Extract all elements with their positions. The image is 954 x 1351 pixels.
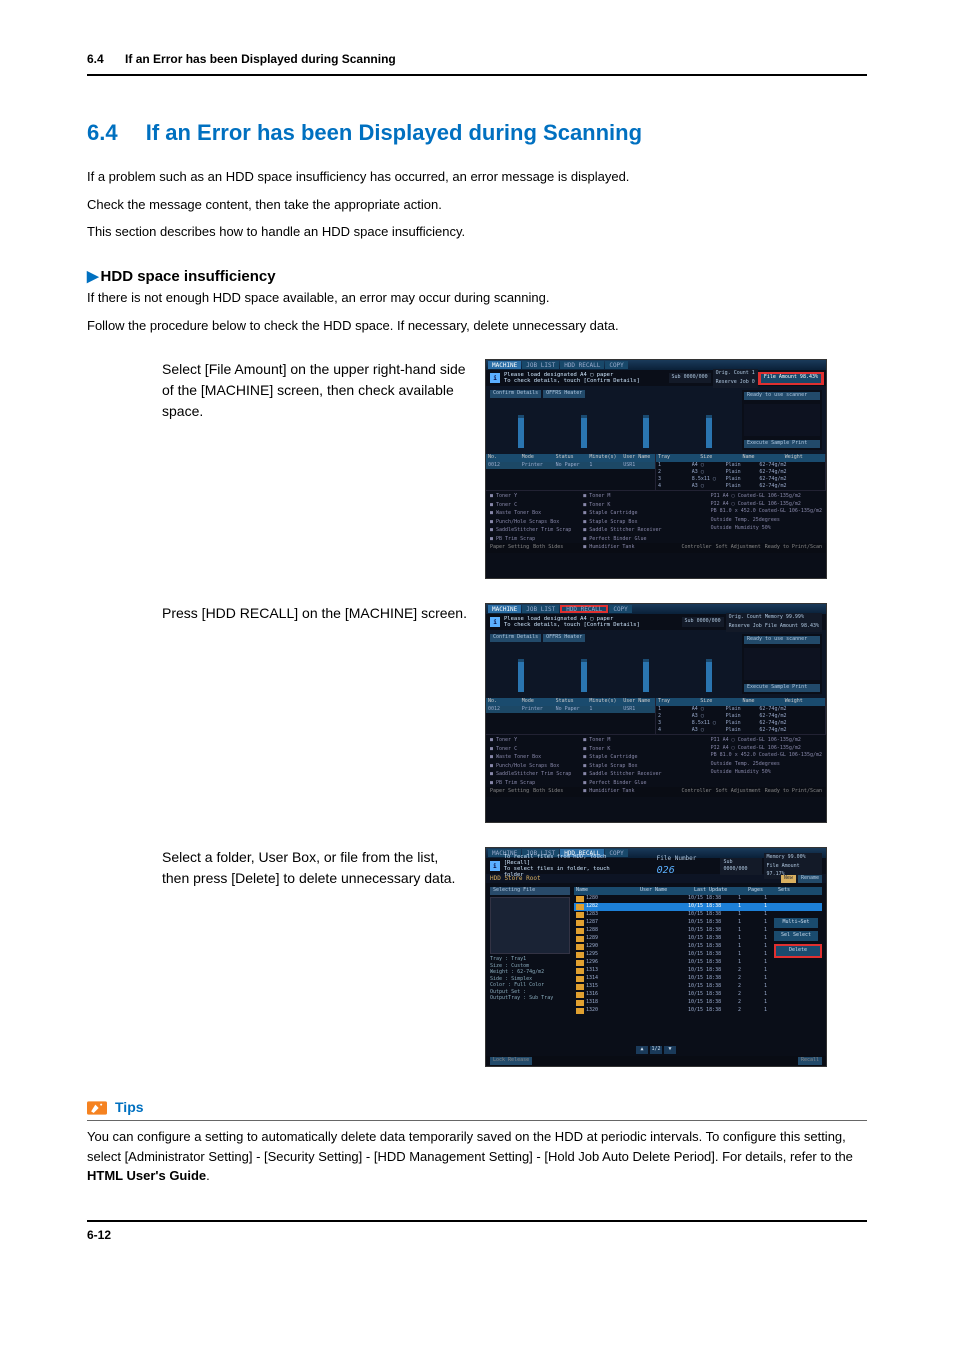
- tab-machine[interactable]: MACHINE: [488, 361, 521, 369]
- pager-down[interactable]: ▼: [664, 1046, 676, 1054]
- lock-release-btn[interactable]: Lock Release: [490, 1057, 532, 1065]
- job-table: No. Mode Status Minute(s) User Name 0012…: [486, 454, 656, 490]
- file-number: File Number 026: [657, 854, 717, 878]
- sub-counter: Sub 0000/000: [669, 373, 711, 383]
- header-rule: [87, 74, 867, 76]
- toner-gauge: [643, 415, 649, 448]
- machine-screen-1: MACHINE JOB LIST HDD RECALL COPY i Pleas…: [485, 359, 827, 579]
- reserve-job: Reserve Job 0: [713, 378, 758, 388]
- intro-p3: This section describes how to handle an …: [87, 222, 867, 242]
- tab-hddrecall[interactable]: HDD RECALL: [560, 361, 604, 369]
- paper-setting-btn[interactable]: Paper Setting: [490, 544, 529, 552]
- file-row[interactable]: 128010/15 18:3811: [574, 895, 822, 903]
- section-heading-text: If an Error has been Displayed during Sc…: [146, 120, 642, 145]
- soft-adj-btn[interactable]: Soft Adjustment: [716, 544, 761, 552]
- orig-count: Orig. Count 1: [713, 369, 758, 379]
- info-icon: i: [490, 373, 500, 383]
- step-row-1: Select [File Amount] on the upper right-…: [87, 359, 867, 579]
- sub1-p2: Follow the procedure below to check the …: [87, 316, 867, 336]
- file-row[interactable]: 131510/15 18:3821: [574, 983, 822, 991]
- intro-p1: If a problem such as an HDD space insuff…: [87, 167, 867, 187]
- tab-copy[interactable]: COPY: [609, 605, 631, 613]
- file-row[interactable]: 132010/15 18:3821: [574, 1007, 822, 1015]
- file-row[interactable]: 131410/15 18:3821: [574, 975, 822, 983]
- file-row[interactable]: 129610/15 18:3811: [574, 959, 822, 967]
- sel-select-btn[interactable]: Sel Select: [774, 931, 818, 941]
- both-sides-btn[interactable]: Both Sides: [533, 544, 563, 552]
- step-row-2: Press [HDD RECALL] on the [MACHINE] scre…: [87, 603, 867, 823]
- paper-tray-table: Tray Size Name Weight 1A4 ▢Plain62-74g/m…: [656, 454, 826, 490]
- step-row-3: Select a folder, User Box, or file from …: [87, 847, 867, 1067]
- controller-label: Controller: [682, 544, 712, 552]
- section-title: 6.4 If an Error has been Displayed durin…: [87, 116, 867, 149]
- info-icon: i: [490, 617, 500, 627]
- tab-copy[interactable]: COPY: [605, 361, 627, 369]
- sub-heading: ▶HDD space insufficiency: [87, 266, 867, 289]
- execute-sample-print[interactable]: Execute Sample Print: [744, 440, 820, 448]
- hdd-recall-screen: MACHINE JOB LIST HDD RECALL COPY i To re…: [485, 847, 827, 1067]
- toner-gauge: [518, 415, 524, 448]
- tips-label: Tips: [115, 1097, 144, 1118]
- file-row[interactable]: 128210/15 18:3811: [574, 903, 822, 911]
- consumables-panel: ■ Toner Y■ Toner C■ Waste Toner Box■ Pun…: [486, 490, 826, 543]
- tab-joblist[interactable]: JOB LIST: [522, 361, 559, 369]
- file-amount-button[interactable]: File Amount 98.43%: [760, 372, 822, 384]
- running-header-title: If an Error has been Displayed during Sc…: [125, 52, 396, 66]
- preview-thumb: [490, 897, 570, 954]
- tab-joblist[interactable]: JOB LIST: [522, 605, 559, 613]
- arrow-icon: ▶: [87, 268, 99, 285]
- tab-machine[interactable]: MACHINE: [488, 605, 521, 613]
- step-3-text: Select a folder, User Box, or file from …: [87, 847, 467, 889]
- toner-gauge: [581, 415, 587, 448]
- page-footer: 6-12: [87, 1220, 867, 1244]
- pager-value: 1/2: [650, 1046, 662, 1054]
- rs-heater-btn: OFF RS Heater: [543, 634, 585, 642]
- confirm-details-btn[interactable]: Confirm Details: [490, 390, 541, 398]
- recall-btn[interactable]: Recall: [798, 1057, 822, 1065]
- footer-rule: [87, 1220, 867, 1222]
- pager-up[interactable]: ▲: [636, 1046, 648, 1054]
- info-icon: i: [490, 861, 500, 871]
- sub1-p1: If there is not enough HDD space availab…: [87, 288, 867, 308]
- page-number: 6-12: [87, 1228, 111, 1242]
- file-meta: Tray : Tray1 Size : Custom Weight : 62-7…: [490, 956, 570, 1002]
- file-row[interactable]: 131310/15 18:3821: [574, 967, 822, 975]
- sub-heading-text: HDD space insufficiency: [101, 268, 276, 285]
- intro-p2: Check the message content, then take the…: [87, 195, 867, 215]
- file-row[interactable]: 131610/15 18:3821: [574, 991, 822, 999]
- toner-gauge: [706, 415, 712, 448]
- tips-rule: [87, 1120, 867, 1121]
- rs-heater-btn: OFF RS Heater: [543, 390, 585, 398]
- ready-label: Ready to Print/Scan: [765, 544, 822, 552]
- tab-hddrecall[interactable]: HDD RECALL: [560, 605, 608, 613]
- multi-set-btn[interactable]: Multi→Set: [774, 918, 818, 928]
- confirm-details-btn[interactable]: Confirm Details: [490, 634, 541, 642]
- tips-text: You can configure a setting to automatic…: [87, 1127, 867, 1186]
- tips-icon: [87, 1099, 107, 1117]
- step-2-text: Press [HDD RECALL] on the [MACHINE] scre…: [87, 603, 467, 624]
- file-row[interactable]: 131810/15 18:3821: [574, 999, 822, 1007]
- msg-line2: To check details, touch [Confirm Details…: [504, 378, 640, 384]
- section-number: 6.4: [87, 120, 118, 145]
- running-header-number: 6.4: [87, 52, 104, 66]
- scan-ready: Ready to use scanner: [744, 392, 820, 400]
- outside-temp: Outside Temp. 25degrees: [711, 517, 822, 525]
- breadcrumb: HDD Store Root: [490, 874, 541, 883]
- new-folder-btn[interactable]: New: [781, 875, 796, 883]
- tips-block: Tips You can configure a setting to auto…: [87, 1097, 867, 1186]
- machine-screen-2: MACHINE JOB LIST HDD RECALL COPY i Pleas…: [485, 603, 827, 823]
- device-graphic: [744, 404, 820, 436]
- delete-btn[interactable]: Delete: [774, 944, 822, 958]
- running-header: 6.4 If an Error has been Displayed durin…: [87, 50, 867, 68]
- rename-btn[interactable]: Rename: [798, 875, 822, 883]
- outside-humidity: Outside Humidity 50%: [711, 525, 822, 533]
- selecting-file-btn[interactable]: Selecting File: [490, 887, 570, 895]
- step-1-text: Select [File Amount] on the upper right-…: [87, 359, 467, 422]
